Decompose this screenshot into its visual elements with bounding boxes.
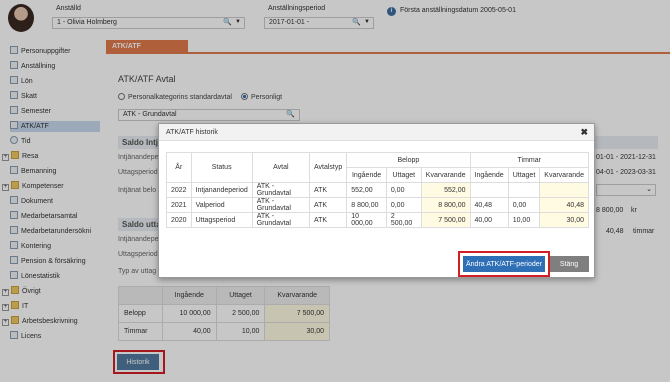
col-ar: År (166, 152, 192, 183)
table-row: 2020 Uttagsperiod ATK - Grundavtal ATK 1… (166, 212, 589, 228)
andra-highlight (458, 251, 550, 277)
col-status: Status (190, 152, 253, 183)
table-row: 2021 Valperiod ATK - Grundavtal ATK 8 80… (166, 197, 589, 213)
table-row: 2022 Intjanandeperiod ATK - Grundavtal A… (166, 182, 589, 198)
col-avtalstyp: Avtalstyp (308, 152, 348, 183)
modal-title: ATK/ATF historik (159, 124, 594, 141)
stang-button[interactable]: Stäng (549, 256, 589, 272)
group-belopp: Belopp (346, 152, 471, 168)
group-timmar: Timmar (469, 152, 589, 168)
close-icon[interactable]: ✖ (580, 127, 588, 138)
history-modal: ATK/ATF historik ✖ År Status Avtal Avtal… (158, 123, 595, 278)
history-table: År Status Avtal Avtalstyp Belopp Timmar … (166, 152, 589, 228)
table-header-row: År Status Avtal Avtalstyp Belopp Timmar (166, 152, 589, 183)
col-avtal: Avtal (251, 152, 310, 183)
